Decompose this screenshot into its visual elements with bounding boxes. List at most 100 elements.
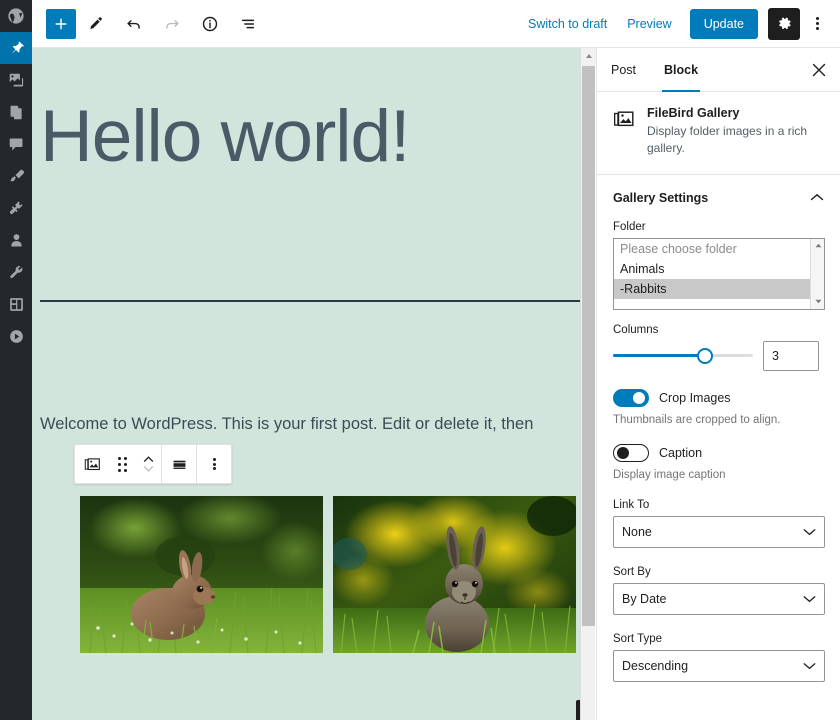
- wordpress-block-editor: Switch to draft Preview Update Hello wor…: [0, 0, 840, 720]
- admin-sidebar: [0, 0, 32, 720]
- align-wide-icon: [173, 460, 185, 469]
- undo-button[interactable]: [116, 6, 152, 42]
- settings-sidebar: Post Block FileBird Gallery Display fold…: [596, 48, 840, 720]
- sidebar-item-posts[interactable]: [0, 32, 32, 64]
- sort-type-select[interactable]: Descending: [613, 649, 825, 682]
- pencil-icon: [90, 16, 102, 29]
- settings-button[interactable]: [768, 7, 800, 40]
- rabbit-with-yellow-flowers-photo: [333, 496, 576, 653]
- scroll-up-arrow[interactable]: [811, 239, 824, 253]
- crop-images-toggle[interactable]: [613, 388, 649, 407]
- post-title[interactable]: Hello world!: [40, 100, 580, 173]
- block-card-text: FileBird Gallery Display folder images i…: [647, 106, 824, 158]
- caption-help: Display image caption: [613, 468, 726, 481]
- link-to-select[interactable]: None: [613, 515, 825, 548]
- sidebar-item-comments[interactable]: [0, 128, 32, 160]
- sidebar-item-plugins[interactable]: [0, 192, 32, 224]
- sidebar-item-tools[interactable]: [0, 256, 32, 288]
- redo-button[interactable]: [154, 6, 190, 42]
- list-view-icon: [241, 19, 255, 28]
- chevron-down-icon: [803, 592, 816, 606]
- block-toolbar-group-options: [197, 445, 231, 483]
- align-button[interactable]: [162, 445, 196, 483]
- chevron-up-down-icon: [143, 456, 153, 472]
- sort-type-label: Sort Type: [613, 632, 663, 645]
- sidebar-item-users[interactable]: [0, 224, 32, 256]
- kebab-menu-icon: [815, 16, 819, 31]
- chevron-down-icon: [803, 659, 816, 673]
- gallery-icon: [613, 111, 634, 127]
- folder-field: Folder Please choose folder Animals -Rab…: [597, 221, 840, 310]
- pages-icon: [10, 105, 22, 119]
- close-icon: [812, 63, 826, 76]
- sidebar-item-settings[interactable]: [0, 288, 32, 320]
- sidebar-item-media[interactable]: [0, 64, 32, 96]
- close-sidebar-button[interactable]: [798, 48, 840, 91]
- folder-option-placeholder[interactable]: Please choose folder: [614, 239, 810, 259]
- media-icon: [9, 73, 23, 86]
- folder-listbox-scrollbar[interactable]: [810, 238, 824, 309]
- sidebar-item-media-player[interactable]: [0, 320, 32, 352]
- columns-number-input[interactable]: 3: [763, 340, 819, 371]
- tab-block[interactable]: Block: [650, 48, 712, 92]
- sidebar-item-appearance[interactable]: [0, 160, 32, 192]
- block-type-gallery-button[interactable]: [75, 445, 109, 483]
- link-to-label: Link To: [613, 498, 650, 511]
- columns-slider[interactable]: [613, 347, 753, 365]
- caret-up-icon: [815, 244, 821, 248]
- sort-by-label: Sort By: [613, 565, 651, 578]
- editor-canvas[interactable]: Hello world! Welcome to WordPress. This …: [32, 48, 595, 720]
- plug-icon: [9, 200, 23, 214]
- caret-down-icon: [815, 300, 821, 304]
- update-button[interactable]: Update: [689, 8, 758, 39]
- block-toolbar-group-align: [162, 445, 197, 483]
- sort-type-value: Descending: [622, 658, 689, 673]
- sort-by-select[interactable]: By Date: [613, 582, 825, 615]
- preview-button[interactable]: Preview: [617, 11, 681, 37]
- sidebar-item-pages[interactable]: [0, 96, 32, 128]
- tools-button[interactable]: [78, 6, 114, 42]
- details-button[interactable]: [192, 6, 228, 42]
- header-tools-group: [32, 6, 266, 42]
- gallery-image-2[interactable]: [333, 496, 576, 653]
- drag-handle[interactable]: [109, 445, 135, 483]
- vertical-dots-icon: [212, 456, 216, 472]
- block-toolbar: [74, 444, 232, 484]
- slider-fill: [613, 354, 706, 358]
- gallery-image-1[interactable]: [80, 496, 323, 653]
- slider-knob[interactable]: [697, 347, 714, 364]
- sidebar-item-wordpress-logo[interactable]: [0, 0, 32, 32]
- toggle-knob: [633, 391, 645, 404]
- block-card-icon-wrap: [613, 106, 637, 158]
- tab-post[interactable]: Post: [597, 48, 650, 91]
- undo-icon: [127, 19, 140, 29]
- move-up-down-button[interactable]: [135, 445, 161, 483]
- gallery-settings-panel-header[interactable]: Gallery Settings: [597, 175, 840, 221]
- link-to-value: None: [622, 524, 652, 539]
- more-options-button[interactable]: [804, 8, 830, 40]
- sort-by-value: By Date: [622, 591, 667, 606]
- filebird-gallery-block[interactable]: [80, 496, 576, 653]
- canvas-scrollbar[interactable]: [580, 48, 596, 720]
- add-block-button[interactable]: [46, 8, 76, 39]
- brush-icon: [9, 169, 24, 181]
- info-icon: [202, 16, 218, 31]
- post-paragraph[interactable]: Welcome to WordPress. This is your first…: [40, 412, 588, 437]
- rabbit-in-grass-photo: [80, 496, 323, 653]
- block-options-button[interactable]: [197, 445, 231, 483]
- caption-toggle[interactable]: [613, 443, 649, 462]
- scroll-up-arrow[interactable]: [581, 48, 596, 64]
- folder-option-animals[interactable]: Animals: [614, 259, 810, 279]
- list-view-button[interactable]: [230, 6, 266, 42]
- folder-option-rabbits[interactable]: -Rabbits: [614, 278, 810, 299]
- scrollbar-thumb[interactable]: [582, 66, 595, 626]
- folder-listbox[interactable]: Please choose folder Animals -Rabbits: [613, 237, 825, 310]
- play-circle-icon: [9, 329, 23, 343]
- chevron-down-icon: [803, 525, 816, 539]
- switch-to-draft-button[interactable]: Switch to draft: [518, 11, 617, 37]
- gallery-icon: [84, 457, 100, 470]
- block-card-title: FileBird Gallery: [647, 106, 740, 120]
- gear-icon: [778, 17, 791, 30]
- sort-type-field: Sort Type Descending: [597, 615, 840, 682]
- scroll-down-arrow[interactable]: [811, 295, 824, 309]
